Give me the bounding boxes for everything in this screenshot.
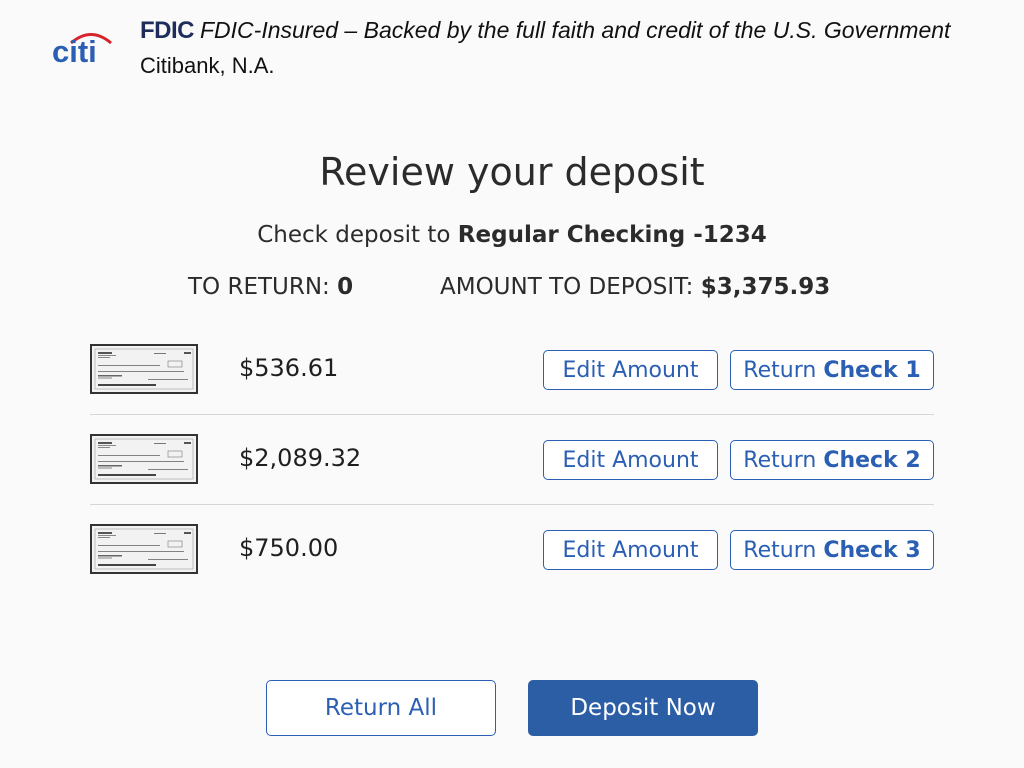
fdic-notice: FDIC FDIC-Insured – Backed by the full fa…	[140, 17, 950, 45]
to-return-summary: TO RETURN: 0	[188, 274, 353, 300]
check-image-thumbnail[interactable]	[90, 524, 198, 574]
edit-amount-label: Edit Amount	[562, 537, 699, 563]
check-image-thumbnail[interactable]	[90, 434, 198, 484]
return-label: Return	[743, 447, 817, 473]
check-image-icon	[92, 346, 196, 392]
fdic-statement: FDIC-Insured – Backed by the full faith …	[200, 17, 951, 43]
return-check-number: Check 3	[823, 537, 921, 563]
account-name: Regular Checking -1234	[457, 222, 767, 248]
edit-amount-label: Edit Amount	[562, 357, 699, 383]
return-all-button[interactable]: Return All	[266, 680, 496, 736]
page-title: Review your deposit	[319, 150, 705, 194]
edit-amount-button[interactable]: Edit Amount	[543, 440, 718, 480]
return-check-button[interactable]: Return Check 2	[730, 440, 934, 480]
return-label: Return	[743, 357, 817, 383]
check-row: $2,089.32 Edit Amount Return Check 2	[90, 415, 934, 505]
return-check-number: Check 2	[823, 447, 921, 473]
check-list: $536.61 Edit Amount Return Check 1 $2,08…	[90, 325, 934, 594]
edit-amount-button[interactable]: Edit Amount	[543, 350, 718, 390]
check-amount: $536.61	[239, 354, 339, 382]
check-row: $536.61 Edit Amount Return Check 1	[90, 325, 934, 415]
return-label: Return	[743, 537, 817, 563]
amount-to-deposit-label: AMOUNT TO DEPOSIT:	[440, 274, 694, 300]
deposit-destination-prefix: Check deposit to	[257, 222, 451, 248]
check-image-icon	[92, 436, 196, 482]
deposit-review-screen: citi FDIC FDIC-Insured – Backed by the fu…	[0, 0, 1024, 768]
check-image-icon	[92, 526, 196, 572]
return-check-number: Check 1	[823, 357, 921, 383]
deposit-now-button[interactable]: Deposit Now	[528, 680, 758, 736]
edit-amount-label: Edit Amount	[562, 447, 699, 473]
check-image-thumbnail[interactable]	[90, 344, 198, 394]
bank-name: Citibank, N.A.	[140, 53, 275, 78]
check-amount: $750.00	[239, 534, 339, 562]
return-check-button[interactable]: Return Check 1	[730, 350, 934, 390]
fdic-logo: FDIC	[140, 17, 195, 44]
citi-logo-text: citi	[52, 34, 97, 69]
return-check-button[interactable]: Return Check 3	[730, 530, 934, 570]
amount-to-deposit-value: $3,375.93	[700, 274, 831, 300]
check-row: $750.00 Edit Amount Return Check 3	[90, 505, 934, 594]
check-amount: $2,089.32	[239, 444, 362, 472]
amount-to-deposit-summary: AMOUNT TO DEPOSIT: $3,375.93	[440, 274, 830, 300]
deposit-destination: Check deposit to Regular Checking -1234	[0, 222, 1024, 248]
deposit-now-label: Deposit Now	[570, 695, 716, 721]
to-return-value: 0	[337, 274, 354, 300]
return-all-label: Return All	[324, 695, 438, 721]
edit-amount-button[interactable]: Edit Amount	[543, 530, 718, 570]
to-return-label: TO RETURN:	[188, 274, 330, 300]
citi-logo: citi	[52, 30, 122, 70]
